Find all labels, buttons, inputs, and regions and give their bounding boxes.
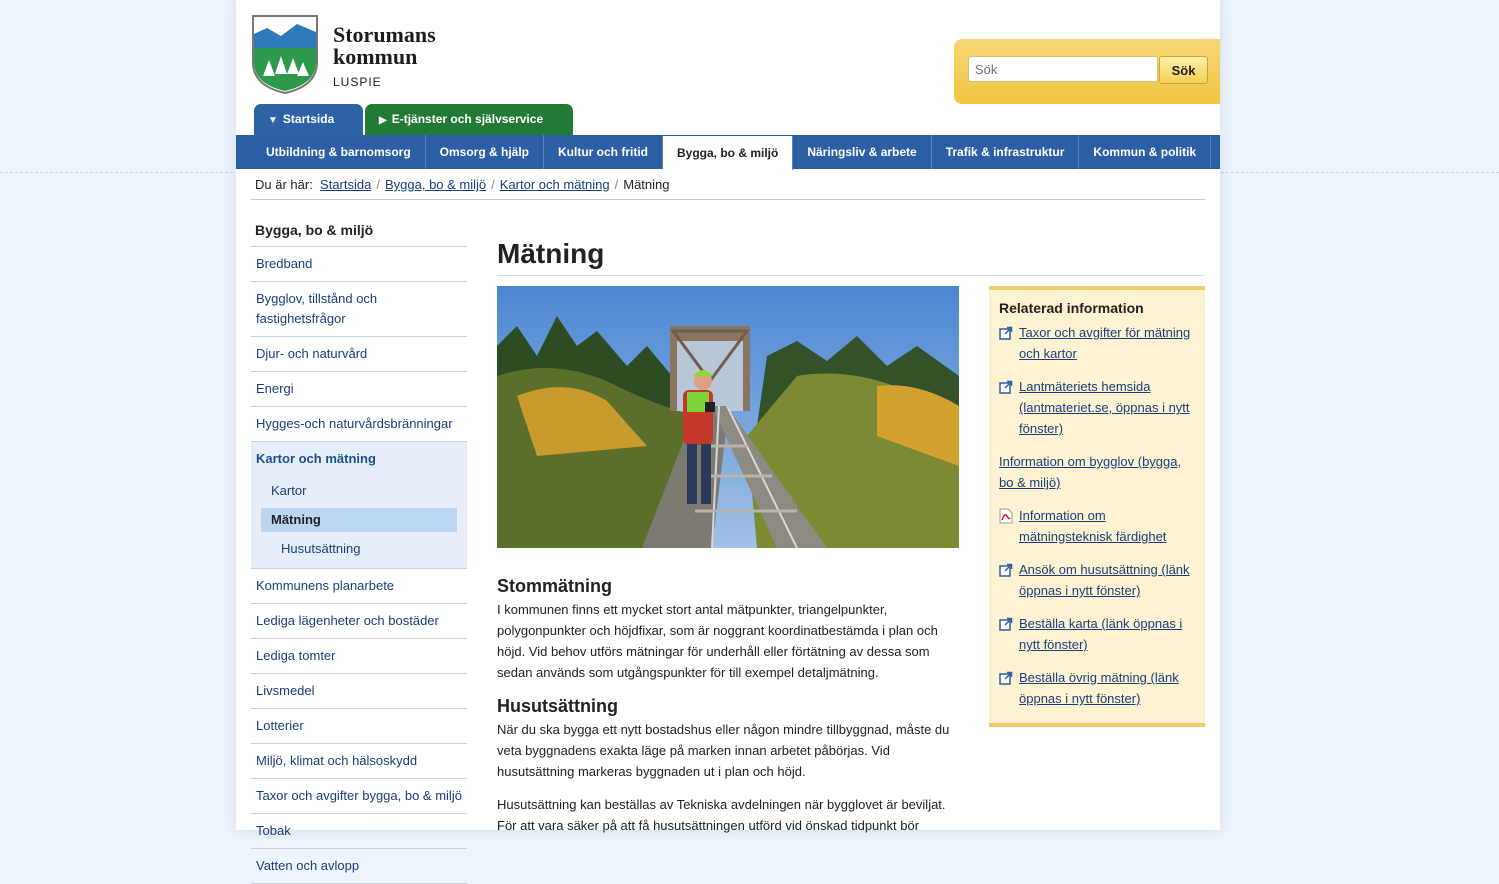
main-content: Stommätning I kommunen finns ett mycket …	[497, 575, 959, 848]
section-text-stommatning: I kommunen finns ett mycket stort antal …	[497, 602, 938, 680]
external-link-icon	[999, 559, 1019, 601]
nav-trafik[interactable]: Trafik & infrastruktur	[932, 135, 1080, 169]
nav-bygga[interactable]: Bygga, bo & miljö	[663, 135, 794, 170]
tab-startsida[interactable]: ▼ Startsida	[254, 104, 363, 135]
search-box: Sök	[954, 39, 1220, 104]
related-link-item: Information om bygglov (bygga, bo & milj…	[999, 451, 1195, 493]
related-link-lantmateriet[interactable]: Lantmäteriets hemsida (lantmateriet.se, …	[1019, 376, 1195, 439]
main-navigation: Utbildning & barnomsorg Omsorg & hjälp K…	[236, 135, 1220, 170]
breadcrumb-link-bygga[interactable]: Bygga, bo & miljö	[385, 177, 486, 192]
sidebar-subitem-matning-current[interactable]: Mätning	[261, 508, 457, 532]
external-link-icon	[999, 322, 1019, 364]
pdf-icon	[999, 505, 1019, 547]
sidebar-heading[interactable]: Bygga, bo & miljö	[251, 219, 467, 247]
section-heading-stommatning: Stommätning	[497, 576, 612, 596]
sidebar-item-lotterier[interactable]: Lotterier	[251, 709, 467, 744]
tab-e-services-label: E-tjänster och självservice	[391, 112, 544, 126]
nav-naringsliv[interactable]: Näringsliv & arbete	[793, 135, 932, 169]
sidebar-item-vatten[interactable]: Vatten och avlopp	[251, 849, 467, 884]
related-link-bygglov[interactable]: Information om bygglov (bygga, bo & milj…	[999, 451, 1195, 493]
title-divider	[497, 275, 1205, 276]
nav-utbildning[interactable]: Utbildning & barnomsorg	[236, 135, 426, 169]
section-heading-husutsattning: Husutsättning	[497, 696, 618, 716]
sidebar-item-hygges[interactable]: Hygges-och naturvårdsbränningar	[251, 407, 467, 442]
related-information-box: Relaterad information Taxor och avgifter…	[989, 286, 1205, 727]
sidebar-subitem-kartor[interactable]: Kartor	[251, 476, 467, 506]
site-brand[interactable]: Storumans kommun LUSPIE	[333, 22, 436, 90]
sidebar-group-kartor: Kartor och mätning Kartor Mätning Husuts…	[251, 442, 467, 569]
site-name-line1: Storumans	[333, 22, 436, 47]
search-button[interactable]: Sök	[1159, 56, 1208, 84]
breadcrumb-current: Mätning	[623, 177, 670, 192]
sidebar-item-planarbete[interactable]: Kommunens planarbete	[251, 569, 467, 604]
sidebar-item-livsmedel[interactable]: Livsmedel	[251, 674, 467, 709]
sidebar: Bygga, bo & miljö Bredband Bygglov, till…	[251, 219, 467, 884]
related-heading: Relaterad information	[999, 300, 1144, 316]
related-link-item: Lantmäteriets hemsida (lantmateriet.se, …	[999, 376, 1195, 439]
external-link-icon	[999, 376, 1019, 439]
related-link-matningsteknisk[interactable]: Information om mätningsteknisk färdighet	[1019, 505, 1195, 547]
nav-kultur[interactable]: Kultur och fritid	[544, 135, 663, 169]
related-link-item: Ansök om husutsättning (länk öppnas i ny…	[999, 559, 1195, 601]
external-link-icon	[999, 667, 1019, 709]
breadcrumb-prefix: Du är här:	[255, 177, 313, 192]
nav-omsorg[interactable]: Omsorg & hjälp	[426, 135, 544, 169]
sidebar-item-bredband[interactable]: Bredband	[251, 247, 467, 282]
sidebar-item-energi[interactable]: Energi	[251, 372, 467, 407]
page-container: Storumans kommun LUSPIE Sök ▼ Startsida ▶…	[236, 0, 1220, 884]
breadcrumb-link-startsida[interactable]: Startsida	[320, 177, 371, 192]
related-link-item: Taxor och avgifter för mätning och karto…	[999, 322, 1195, 364]
related-link-bestalla-matning[interactable]: Beställa övrig mätning (länk öppnas i ny…	[1019, 667, 1195, 709]
related-link-item: Beställa karta (länk öppnas i nytt fönst…	[999, 613, 1195, 655]
triangle-down-icon: ▼	[268, 115, 278, 126]
related-link-item: Information om mätningsteknisk färdighet	[999, 505, 1195, 547]
sidebar-item-bygglov[interactable]: Bygglov, tillstånd och fastighetsfrågor	[251, 282, 467, 337]
related-link-bestalla-karta[interactable]: Beställa karta (länk öppnas i nytt fönst…	[1019, 613, 1195, 655]
external-link-icon	[999, 613, 1019, 655]
sidebar-item-tobak[interactable]: Tobak	[251, 814, 467, 849]
search-input[interactable]	[968, 56, 1158, 82]
breadcrumb: Du är här: Startsida / Bygga, bo & miljö / K…	[255, 177, 670, 192]
section-text-husutsattning-1: När du ska bygga ett nytt bostadshus ell…	[497, 722, 950, 779]
sidebar-item-lagenheter[interactable]: Lediga lägenheter och bostäder	[251, 604, 467, 639]
related-link-ansok-husutsattning[interactable]: Ansök om husutsättning (länk öppnas i ny…	[1019, 559, 1195, 601]
site-name-line2: kommun	[333, 44, 418, 69]
tab-startsida-label: Startsida	[282, 112, 335, 126]
sidebar-subitem-husutsattning[interactable]: Husutsättning	[251, 534, 467, 564]
tab-e-services[interactable]: ▶ E-tjänster och självservice	[365, 104, 573, 135]
related-link-taxor[interactable]: Taxor och avgifter för mätning och karto…	[1019, 322, 1195, 364]
triangle-right-icon: ▶	[379, 115, 387, 126]
site-subtitle: LUSPIE	[333, 75, 382, 89]
page-title: Mätning	[497, 238, 605, 269]
breadcrumb-link-kartor[interactable]: Kartor och mätning	[500, 177, 610, 192]
sidebar-item-tomter[interactable]: Lediga tomter	[251, 639, 467, 674]
nav-kommun[interactable]: Kommun & politik	[1079, 135, 1212, 169]
sidebar-item-kartor-och-matning[interactable]: Kartor och mätning	[251, 442, 467, 476]
sidebar-item-miljo[interactable]: Miljö, klimat och hälsoskydd	[251, 744, 467, 779]
breadcrumb-divider	[251, 199, 1205, 200]
sidebar-item-djur[interactable]: Djur- och naturvård	[251, 337, 467, 372]
sidebar-item-taxor[interactable]: Taxor och avgifter bygga, bo & miljö	[251, 779, 467, 814]
coat-of-arms-logo[interactable]	[251, 14, 319, 94]
related-link-item: Beställa övrig mätning (länk öppnas i ny…	[999, 667, 1195, 709]
surveyor-photo	[497, 286, 959, 548]
